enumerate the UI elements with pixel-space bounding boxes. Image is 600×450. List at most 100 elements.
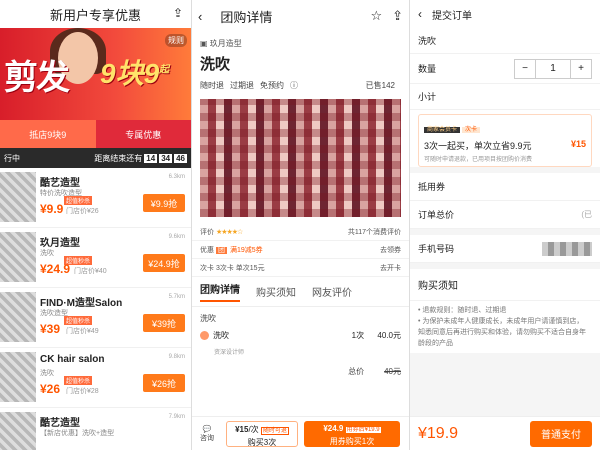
package-item: 洗吹 1次 40.0元 [192, 324, 409, 347]
order-summary: 抵用券 订单总价 (已 [410, 173, 600, 229]
tab-purchase-notes[interactable]: 购买须知 [256, 284, 296, 299]
favorite-icon[interactable]: ☆ [370, 8, 382, 24]
product-image[interactable] [200, 99, 401, 217]
buy-with-coupon-button[interactable]: ¥24.9 用券后¥19.9 用券购买1次 [304, 420, 400, 447]
item-price: 40.0元 [377, 331, 401, 340]
minus-button[interactable]: − [515, 60, 535, 78]
phone-row[interactable]: 手机号码 [410, 235, 600, 263]
shop-deal: 【新店优惠】洗吹+造型 [40, 430, 115, 437]
member-card-offer[interactable]: 商家会员卡 次卡 3次一起买，单次立省9.9元 ¥15 可随时申请退款，已用项目按团… [418, 114, 592, 167]
pay-button[interactable]: 普通支付 [530, 420, 592, 447]
rating-label: 评价 [200, 228, 214, 236]
subtotal-row: 小计 [410, 84, 600, 110]
order-header: ‹ 提交订单 [410, 0, 600, 28]
payment-bar: ¥19.9 普通支付 [410, 416, 600, 450]
shop-price: ¥39 [40, 322, 61, 336]
grab-button[interactable]: ¥24.9抢 [143, 254, 185, 272]
feature-no-booking: 免预约 [260, 81, 284, 90]
shop-name: FIND·M造型Salon [40, 298, 123, 309]
total-label: 总价 [348, 367, 365, 376]
promo-page: 新用户专享优惠 ⇪ 剪发 9块9起 规则 抵店9块9 专属优惠 行中 距离结束还… [0, 0, 191, 450]
card-label: 次卡 [200, 264, 214, 272]
grab-button[interactable]: ¥26抢 [143, 374, 185, 392]
shop-card[interactable]: 酷艺造型 【新店优惠】洗吹+造型 7.9km [0, 408, 191, 450]
banner-price: 9块9起 [100, 58, 170, 89]
card-offer-note: 可随时申请退款，已用项目按团购价消费 [424, 157, 533, 163]
promo-banner[interactable]: 剪发 9块9起 规则 [0, 28, 191, 120]
consult-button[interactable]: 💬 咨询 [196, 425, 218, 443]
order-item-name: 洗吹 [418, 36, 437, 46]
shop-card[interactable]: 玖月造型 洗吹 9.6km 超值秒杀 ¥24.9 门店价¥40 ¥24.9抢 [0, 228, 191, 288]
shop-distance: 7.9km [168, 414, 185, 420]
shop-thumbnail [0, 412, 36, 450]
shop-card[interactable]: 酷艺造型 特价洗吹造型 6.3km 超值秒杀 ¥9.9 门店价¥26 ¥9.9抢 [0, 168, 191, 228]
package-title: 洗吹 [200, 314, 216, 323]
share-icon[interactable]: ⇪ [392, 8, 403, 24]
feature-list: 随时退 过期退 免预约 ⓘ 已售142 [192, 78, 409, 93]
deal-detail-page: ‹ 团购详情 ☆ ⇪ ▣ 玖月造型 洗吹 随时退 过期退 免预约 ⓘ 已售142 评价… [191, 0, 409, 450]
detail-header: ‹ 团购详情 ☆ ⇪ [192, 0, 409, 32]
timer-label: 距离结束还有 [94, 153, 143, 163]
back-icon[interactable]: ‹ [198, 9, 202, 24]
coupon-label: 抵用券 [418, 182, 446, 192]
member-card-tag: 商家会员卡 [424, 127, 461, 133]
product-title: 洗吹 [200, 56, 231, 73]
rule-button[interactable]: 规则 [165, 34, 187, 47]
sold-count: 已售142 [365, 81, 395, 90]
item-qty: 1次 [351, 331, 365, 340]
shop-distance: 9.8km [168, 354, 185, 360]
feature-refund-expired: 过期退 [230, 81, 254, 90]
shop-card[interactable]: CK hair salon 洗吹 9.8km 超值秒杀 ¥26 门店价¥28 ¥… [0, 348, 191, 408]
shop-deal: 洗吹 [40, 370, 54, 377]
order-total-label: 订单总价 [418, 210, 455, 220]
purchase-notice: 购买须知 • 退款规则：随时退、过期退 • 为保护未成年人健康成长，未成年用户请… [410, 269, 600, 353]
plus-button[interactable]: + [571, 60, 591, 78]
grab-button[interactable]: ¥9.9抢 [143, 194, 185, 212]
shop-original-price: 门店价¥26 [66, 208, 99, 215]
service-icon [200, 331, 209, 341]
timer-minutes: 34 [159, 153, 173, 163]
share-icon[interactable]: ⇪ [173, 6, 183, 20]
order-total-note: (已 [581, 210, 592, 219]
card-offer-text: 3次一起买，单次立省9.9元 [424, 141, 532, 151]
shop-distance: 6.3km [168, 174, 185, 180]
timer-hours: 14 [144, 153, 158, 163]
shop-distance: 9.6km [168, 234, 185, 240]
rating-row[interactable]: 评价 ★★★★☆ 共117个消费评价 [192, 223, 409, 241]
help-icon[interactable]: ⓘ [290, 81, 298, 90]
notice-title: 购买须知 [410, 269, 600, 301]
tab-reviews[interactable]: 网友评价 [312, 284, 352, 299]
tab-store-deal[interactable]: 抵店9块9 [0, 120, 96, 148]
coupon-text: 满19减5券 [229, 246, 263, 254]
tab-exclusive[interactable]: 专属优惠 [95, 120, 191, 148]
coupon-row[interactable]: 抵用券 [410, 173, 600, 201]
shop-category[interactable]: ▣ 玖月造型 [192, 32, 409, 49]
order-items: 洗吹 数量 − 1 + 小计 商家会员卡 次卡 3次一起买，单次立省9.9元 ¥15… [410, 28, 600, 167]
page-title: 新用户专享优惠 [49, 7, 141, 23]
quantity-row: 数量 − 1 + [410, 54, 600, 84]
shop-thumbnail [0, 172, 36, 222]
group-badge: 团 [215, 246, 227, 254]
buy-3-times-button[interactable]: ¥15/次 随时可退 购买3次 [226, 420, 298, 447]
purchase-bar: 💬 咨询 ¥15/次 随时可退 购买3次 ¥24.9 用券后¥19.9 用券购买1… [192, 416, 409, 450]
feature-refund-anytime: 随时退 [200, 81, 224, 90]
times-card-tag: 次卡 [462, 127, 481, 133]
get-coupon-link[interactable]: 去领券 [380, 245, 401, 255]
grab-button[interactable]: ¥39抢 [143, 314, 185, 332]
shop-name: 酷艺造型 [40, 418, 80, 429]
card-row[interactable]: 次卡 3次卡 单次15元 去开卡 [192, 259, 409, 277]
shop-distance: 5.7km [168, 294, 185, 300]
quantity-label: 数量 [418, 64, 437, 74]
shop-price: ¥24.9 [40, 262, 71, 276]
item-name: 洗吹 [213, 331, 229, 340]
shop-price: ¥9.9 [40, 202, 64, 216]
coupon-row[interactable]: 优惠 团满19减5券 去领券 [192, 241, 409, 259]
shop-card[interactable]: FIND·M造型Salon 洗吹造型 5.7km 超值秒杀 ¥39 门店价¥49… [0, 288, 191, 348]
page-title: 团购详情 [220, 9, 273, 25]
open-card-link[interactable]: 去开卡 [380, 263, 401, 273]
back-icon[interactable]: ‹ [418, 7, 422, 21]
phone-number-redacted [542, 241, 592, 256]
quantity-stepper[interactable]: − 1 + [514, 58, 592, 79]
flash-sale-tag: 超值秒杀 [64, 196, 93, 205]
tab-deal-detail[interactable]: 团购详情 [200, 281, 240, 302]
